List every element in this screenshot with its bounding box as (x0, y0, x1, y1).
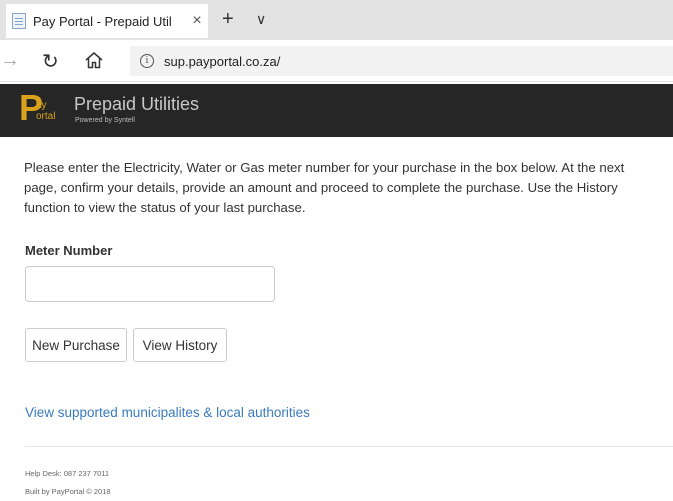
site-subtitle: Powered by Syntell (75, 117, 135, 124)
home-icon[interactable] (84, 51, 104, 69)
tab-list-chevron-icon[interactable]: ∨ (256, 10, 266, 28)
address-bar[interactable]: i sup.payportal.co.za/ (130, 46, 673, 76)
browser-tab-strip: Pay Portal - Prepaid Util × + ∨ (0, 0, 673, 40)
site-title: Prepaid Utilities (74, 94, 200, 114)
site-info-icon[interactable]: i (140, 54, 154, 68)
browser-tab[interactable]: Pay Portal - Prepaid Util × (6, 4, 208, 38)
address-url: sup.payportal.co.za/ (164, 53, 281, 69)
supported-municipalities-link[interactable]: View supported municipalites & local aut… (25, 405, 310, 420)
footer-divider (25, 446, 673, 447)
browser-nav-bar: → ↻ i sup.payportal.co.za/ (0, 40, 673, 82)
meter-number-input[interactable] (25, 266, 275, 302)
new-tab-icon[interactable]: + (222, 9, 234, 29)
view-history-button[interactable]: View History (133, 328, 227, 362)
tab-close-icon[interactable]: × (186, 12, 208, 30)
payportal-logo[interactable]: P ay ortal (19, 90, 63, 128)
tab-title: Pay Portal - Prepaid Util (33, 13, 172, 29)
meter-number-label: Meter Number (25, 243, 113, 258)
helpdesk-text: Help Desk: 087 237 7011 (25, 469, 110, 478)
new-purchase-button[interactable]: New Purchase (25, 328, 127, 362)
refresh-icon[interactable]: ↻ (42, 49, 59, 74)
forward-arrow-icon[interactable]: → (0, 49, 20, 72)
built-by-text: Built by PayPortal © 2018 (25, 487, 111, 496)
intro-text: Please enter the Electricity, Water or G… (24, 160, 625, 215)
page-favicon-icon (12, 13, 26, 29)
site-header: P ay ortal Prepaid Utilities Powered by … (0, 84, 673, 137)
